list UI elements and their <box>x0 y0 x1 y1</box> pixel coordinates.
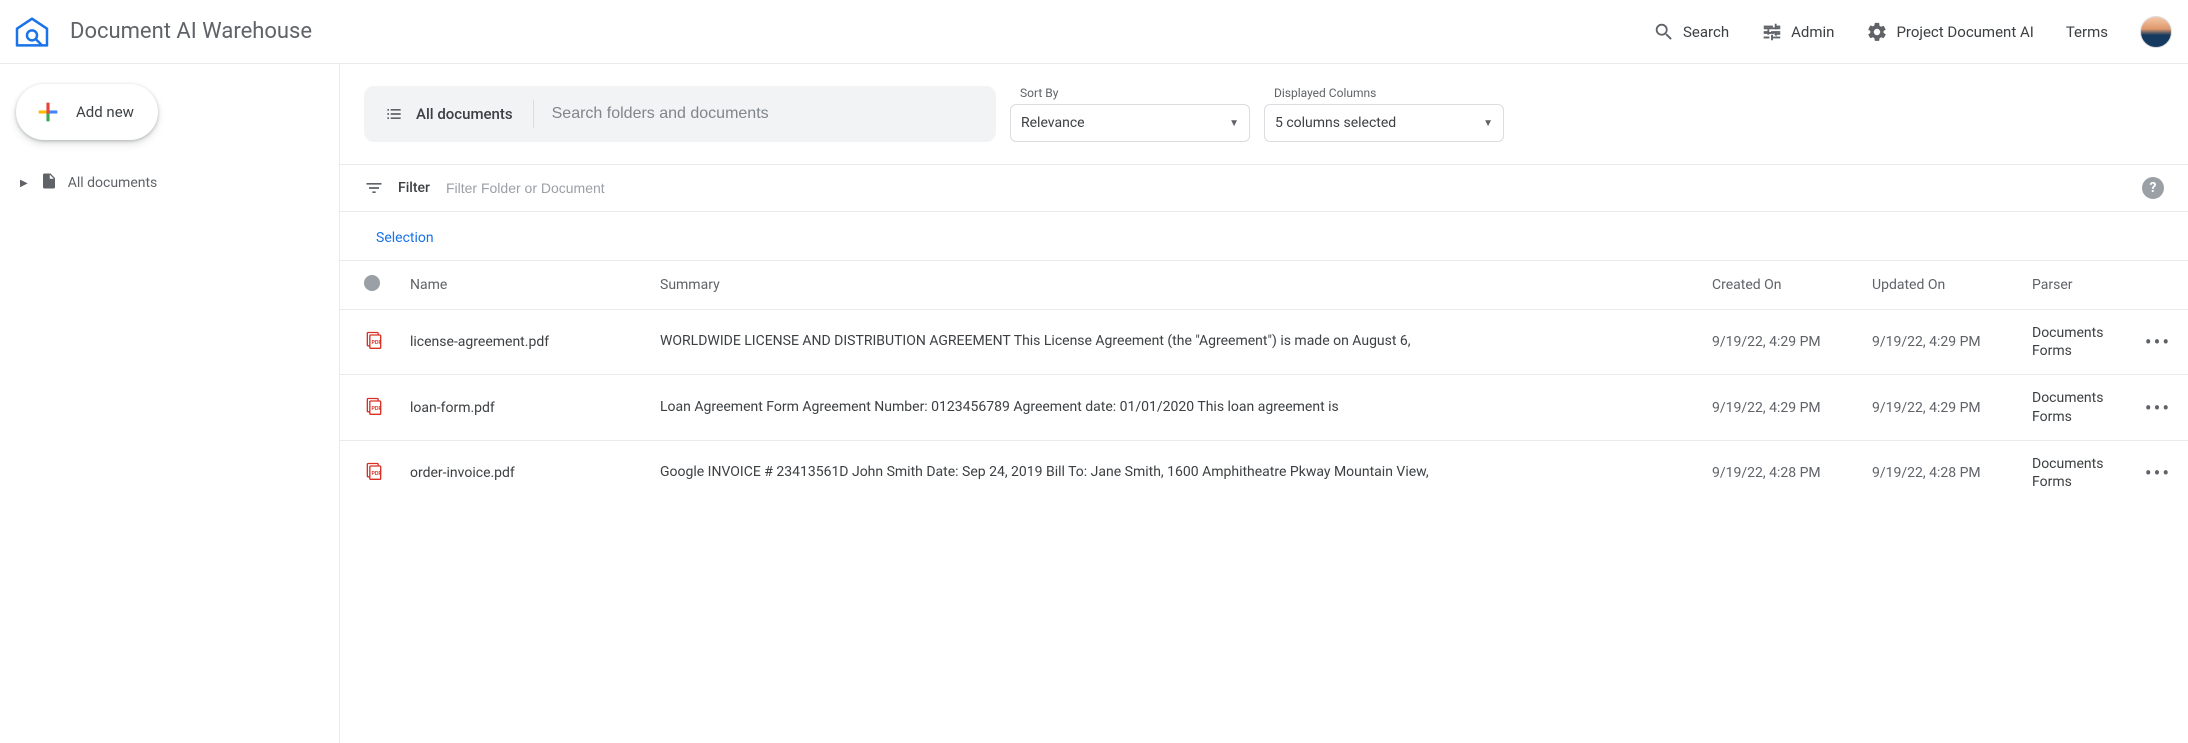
col-header-created[interactable]: Created On <box>1698 261 1858 310</box>
document-icon <box>40 172 58 194</box>
table-row[interactable]: PDF order-invoice.pdf Google INVOICE # 234… <box>340 440 2188 505</box>
sort-label: Sort By <box>1010 86 1250 102</box>
documents-table: Name Summary Created On Updated On Parse… <box>340 260 2188 505</box>
columns-value: 5 columns selected <box>1275 115 1396 131</box>
terms-label: Terms <box>2066 23 2108 41</box>
doc-created: 9/19/22, 4:29 PM <box>1698 375 1858 440</box>
row-menu-button[interactable]: ••• <box>2142 396 2174 420</box>
search-pill: All documents <box>364 86 996 142</box>
columns-dropdown[interactable]: 5 columns selected ▼ <box>1264 104 1504 142</box>
doc-name: order-invoice.pdf <box>410 465 515 481</box>
col-header-updated[interactable]: Updated On <box>1858 261 2018 310</box>
pdf-icon: PDF <box>364 330 384 350</box>
row-menu-button[interactable]: ••• <box>2142 330 2174 354</box>
sidebar-item-all-documents[interactable]: ▶ All documents <box>16 166 323 200</box>
doc-created: 9/19/22, 4:28 PM <box>1698 440 1858 505</box>
project-action[interactable]: Project Document AI <box>1866 21 2033 43</box>
add-new-label: Add new <box>76 103 134 121</box>
columns-label: Displayed Columns <box>1264 86 1504 102</box>
scope-label: All documents <box>416 105 513 123</box>
help-icon[interactable]: ? <box>2142 177 2164 199</box>
table-row[interactable]: PDF license-agreement.pdf WORLDWIDE LICENS… <box>340 310 2188 375</box>
columns-selector: Displayed Columns 5 columns selected ▼ <box>1264 86 1504 142</box>
sidebar-tree: ▶ All documents <box>16 166 323 200</box>
gear-icon <box>1866 21 1888 43</box>
select-all-toggle[interactable] <box>364 275 380 291</box>
doc-name: license-agreement.pdf <box>410 334 549 350</box>
search-icon <box>1653 21 1675 43</box>
doc-summary: Loan Agreement Form Agreement Number: 01… <box>660 398 1684 418</box>
doc-parser: DocumentsForms <box>2032 324 2114 360</box>
doc-updated: 9/19/22, 4:29 PM <box>1858 375 2018 440</box>
doc-created: 9/19/22, 4:29 PM <box>1698 310 1858 375</box>
tune-icon <box>1761 21 1783 43</box>
col-header-parser[interactable]: Parser <box>2018 261 2128 310</box>
main: All documents Sort By Relevance ▼ Displa… <box>340 64 2188 743</box>
pdf-icon: PDF <box>364 461 384 481</box>
project-label: Project Document AI <box>1896 23 2033 41</box>
logo-area: Document AI Warehouse <box>12 12 312 52</box>
admin-action[interactable]: Admin <box>1761 21 1834 43</box>
sidebar: Add new ▶ All documents <box>0 64 340 743</box>
filter-row: Filter ? <box>340 165 2188 211</box>
svg-text:PDF: PDF <box>372 340 382 346</box>
controls-row: All documents Sort By Relevance ▼ Displa… <box>340 64 2188 164</box>
plus-icon <box>34 98 62 126</box>
chevron-down-icon: ▼ <box>1229 118 1239 129</box>
top-bar: Document AI Warehouse Search Admin Proje… <box>0 0 2188 64</box>
doc-summary: Google INVOICE # 23413561D John Smith Da… <box>660 463 1684 483</box>
doc-updated: 9/19/22, 4:29 PM <box>1858 310 2018 375</box>
caret-right-icon: ▶ <box>20 178 28 189</box>
sort-selector: Sort By Relevance ▼ <box>1010 86 1250 142</box>
add-new-button[interactable]: Add new <box>16 84 158 140</box>
svg-text:PDF: PDF <box>372 406 382 412</box>
list-icon <box>384 104 404 124</box>
sort-value: Relevance <box>1021 115 1085 131</box>
sort-dropdown[interactable]: Relevance ▼ <box>1010 104 1250 142</box>
search-action[interactable]: Search <box>1653 21 1729 43</box>
selection-link[interactable]: Selection <box>376 230 434 246</box>
doc-parser: DocumentsForms <box>2032 455 2114 491</box>
product-logo-icon <box>12 12 52 52</box>
app-title: Document AI Warehouse <box>70 19 312 44</box>
doc-updated: 9/19/22, 4:28 PM <box>1858 440 2018 505</box>
table-row[interactable]: PDF loan-form.pdf Loan Agreement Form Agre… <box>340 375 2188 440</box>
avatar[interactable] <box>2140 16 2172 48</box>
row-menu-button[interactable]: ••• <box>2142 461 2174 485</box>
top-actions: Search Admin Project Document AI Terms <box>1653 16 2172 48</box>
col-header-name[interactable]: Name <box>396 261 646 310</box>
search-input[interactable] <box>534 86 996 142</box>
filter-label: Filter <box>398 180 430 196</box>
chevron-down-icon: ▼ <box>1483 118 1493 129</box>
doc-name: loan-form.pdf <box>410 400 495 416</box>
doc-summary: WORLDWIDE LICENSE AND DISTRIBUTION AGREE… <box>660 332 1684 352</box>
terms-action[interactable]: Terms <box>2066 23 2108 41</box>
doc-parser: DocumentsForms <box>2032 389 2114 425</box>
filter-input[interactable] <box>444 179 2128 197</box>
filter-icon <box>364 178 384 198</box>
pdf-icon: PDF <box>364 396 384 416</box>
svg-text:PDF: PDF <box>372 471 382 477</box>
scope-selector[interactable]: All documents <box>364 86 533 142</box>
search-label: Search <box>1683 23 1729 41</box>
table-header-row: Name Summary Created On Updated On Parse… <box>340 261 2188 310</box>
sidebar-item-label: All documents <box>68 175 158 191</box>
col-header-summary[interactable]: Summary <box>646 261 1698 310</box>
admin-label: Admin <box>1791 23 1834 41</box>
selection-row: Selection <box>340 212 2188 260</box>
